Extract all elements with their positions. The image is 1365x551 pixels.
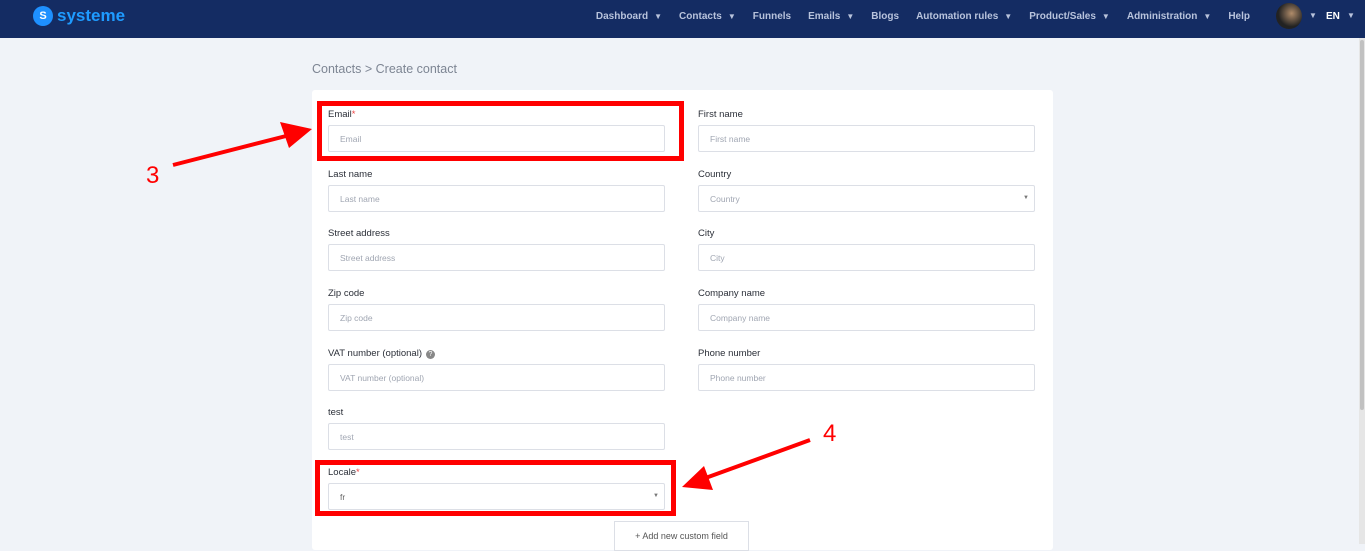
arrow-head-icon (280, 122, 312, 148)
annotation-number-4: 4 (823, 420, 837, 447)
arrow-head-icon (682, 466, 713, 490)
annotation-arrow-3 (172, 133, 291, 167)
annotation-arrow-4 (699, 438, 811, 482)
annotation-number-3: 3 (146, 162, 160, 189)
annotation-arrows (172, 122, 811, 490)
